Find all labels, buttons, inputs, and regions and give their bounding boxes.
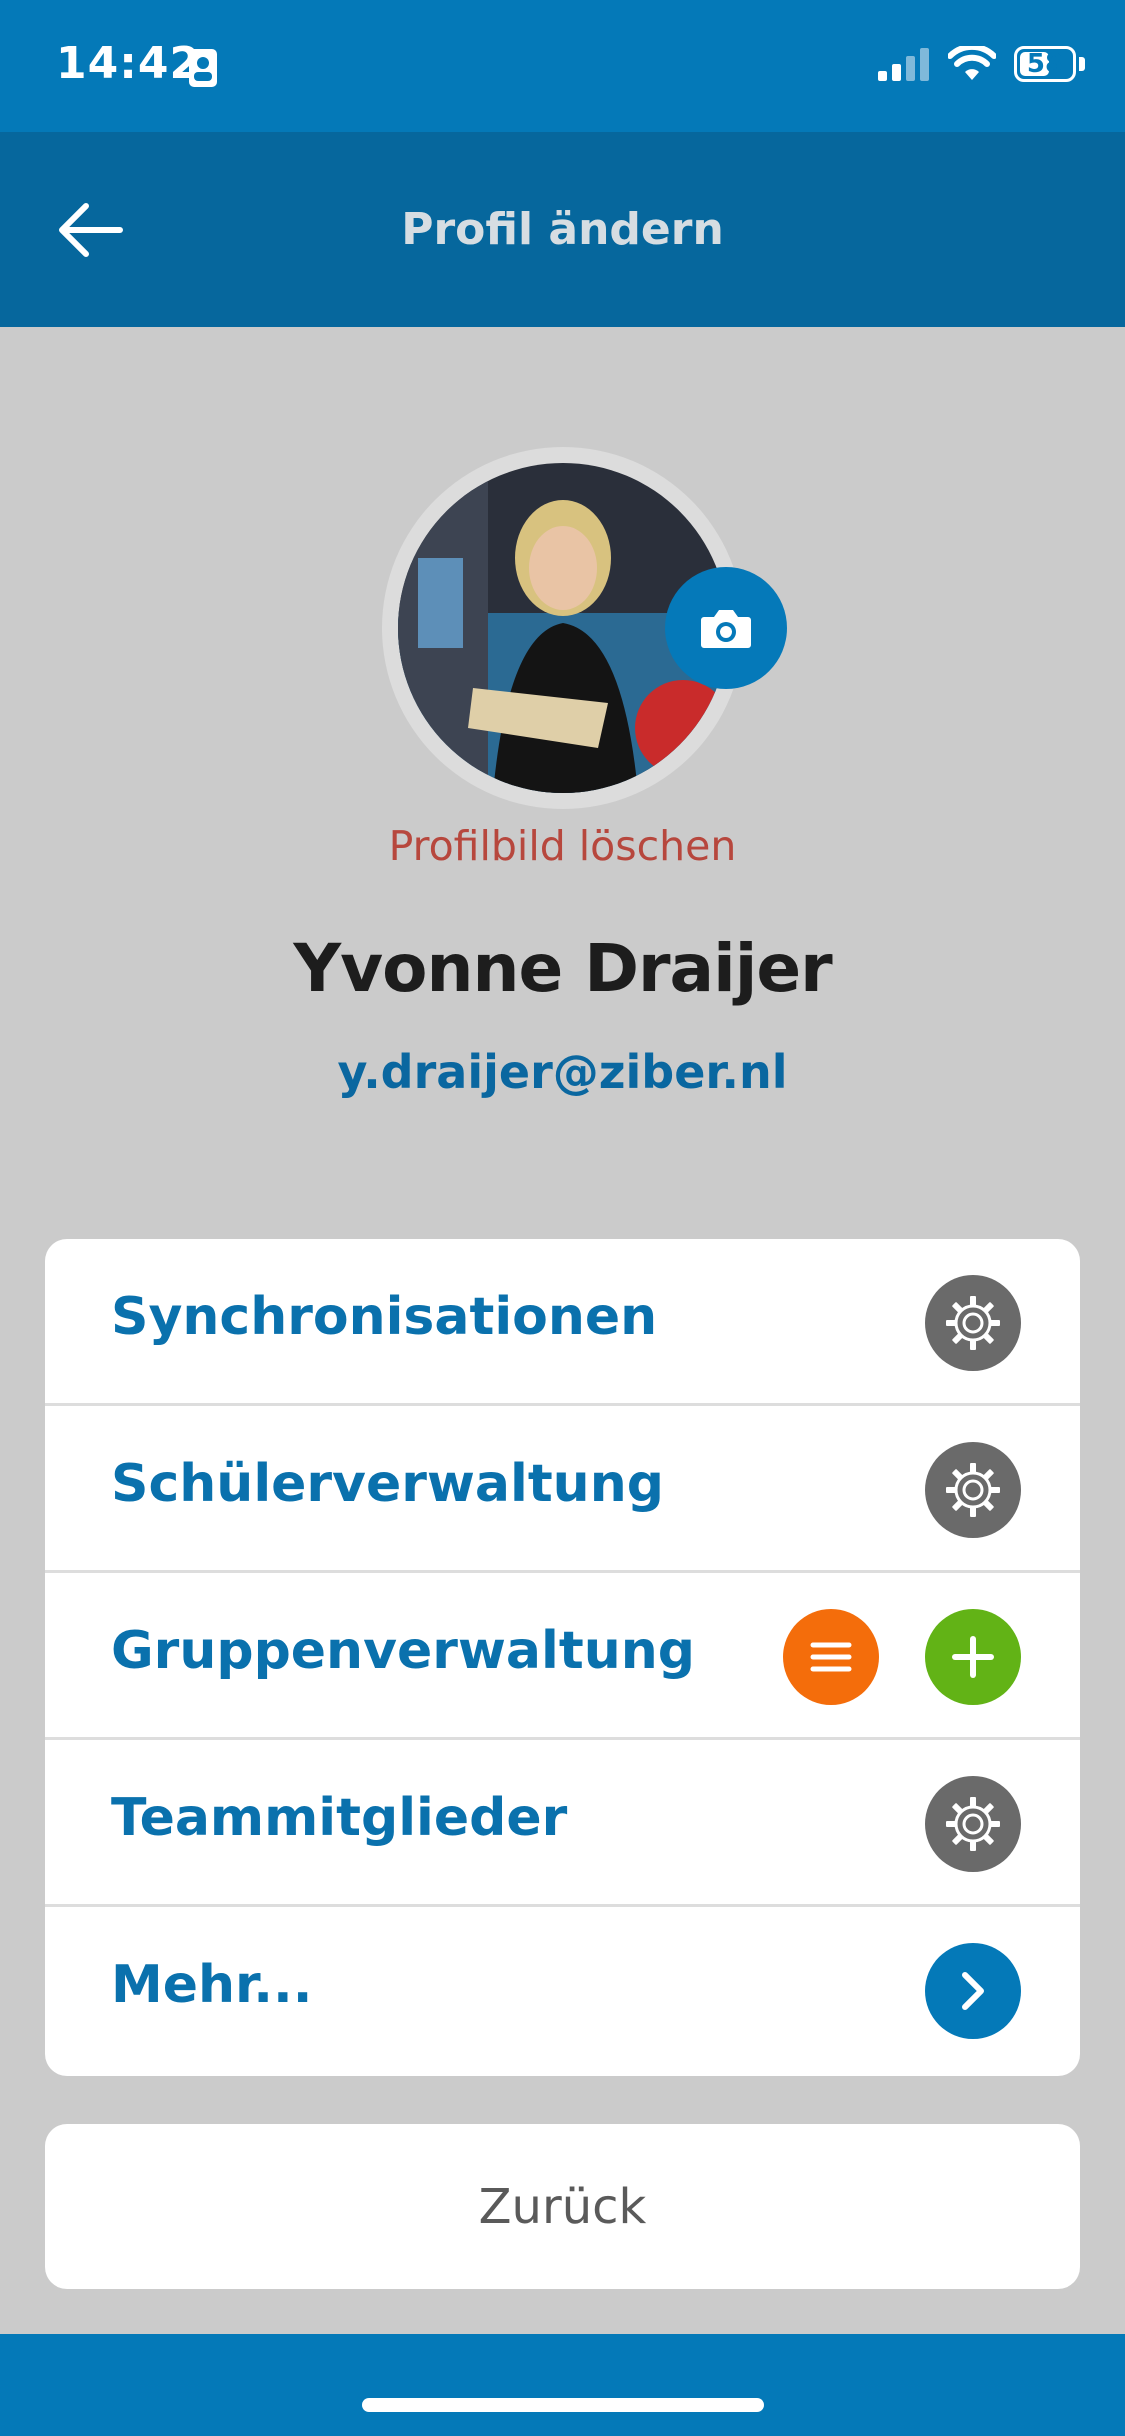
menu-item-label: Mehr... <box>111 1955 313 2015</box>
zurueck-button-label: Zurück <box>478 2178 647 2235</box>
menu-item-label: Schülerverwaltung <box>111 1454 664 1514</box>
status-indicators: 58 <box>878 46 1085 82</box>
menu-item-teammitglieder[interactable]: Teammitglieder <box>45 1740 1080 1907</box>
add-group-button[interactable] <box>925 1609 1021 1705</box>
contact-card-icon <box>189 49 217 87</box>
gear-icon <box>946 1797 1000 1851</box>
more-button[interactable] <box>925 1943 1021 2039</box>
battery-icon: 58 <box>1014 46 1076 82</box>
teammitglieder-settings-button[interactable] <box>925 1776 1021 1872</box>
menu-item-label: Synchronisationen <box>111 1287 658 1347</box>
home-indicator[interactable] <box>362 2398 764 2412</box>
battery-percentage: 58 <box>1026 49 1064 79</box>
change-photo-button[interactable] <box>665 567 787 689</box>
zurueck-button[interactable]: Zurück <box>45 2124 1080 2289</box>
menu-item-label: Gruppenverwaltung <box>111 1621 695 1681</box>
gear-icon <box>946 1463 1000 1517</box>
chevron-right-icon <box>962 1972 984 2010</box>
wifi-icon <box>948 46 996 80</box>
schuelerverwaltung-settings-button[interactable] <box>925 1442 1021 1538</box>
menu-item-label: Teammitglieder <box>111 1788 568 1848</box>
status-bar: 14:42 58 <box>0 0 1125 132</box>
synchronisationen-settings-button[interactable] <box>925 1275 1021 1371</box>
camera-icon <box>701 610 751 648</box>
list-icon <box>810 1642 852 1672</box>
nav-header: Profil ändern <box>0 132 1125 327</box>
user-name: Yvonne Draijer <box>293 930 832 1007</box>
menu-item-schuelerverwaltung[interactable]: Schülerverwaltung <box>45 1406 1080 1573</box>
menu-item-synchronisationen[interactable]: Synchronisationen <box>45 1239 1080 1406</box>
menu-item-mehr[interactable]: Mehr... <box>45 1907 1080 2074</box>
page-title: Profil ändern <box>401 204 724 255</box>
cellular-signal-icon <box>878 48 929 81</box>
user-email: y.draijer@ziber.nl <box>337 1045 788 1099</box>
bottom-bar <box>0 2334 1125 2436</box>
group-list-button[interactable] <box>783 1609 879 1705</box>
plus-icon <box>952 1636 994 1678</box>
status-time: 14:42 <box>56 38 202 89</box>
menu-item-gruppenverwaltung[interactable]: Gruppenverwaltung <box>45 1573 1080 1740</box>
delete-photo-link[interactable]: Profilbild löschen <box>0 822 1125 870</box>
gear-icon <box>946 1296 1000 1350</box>
settings-menu: Synchronisationen Schülerverwaltung Grup… <box>45 1239 1080 2076</box>
